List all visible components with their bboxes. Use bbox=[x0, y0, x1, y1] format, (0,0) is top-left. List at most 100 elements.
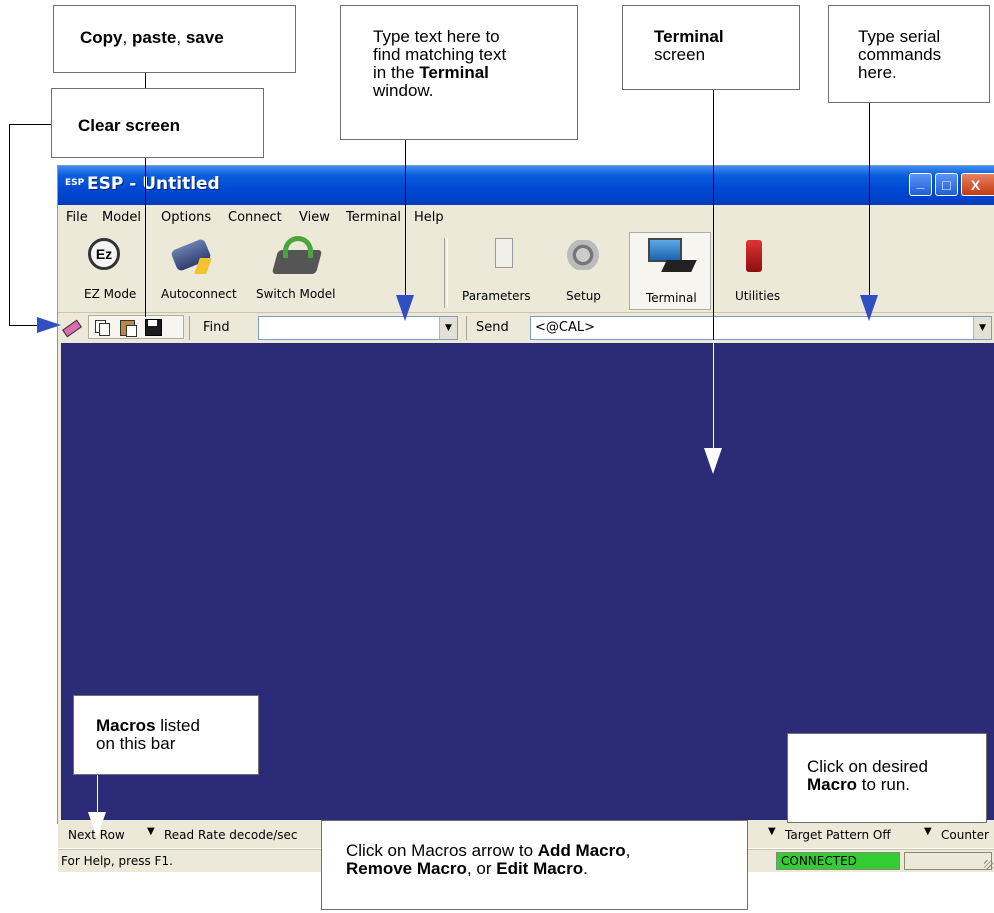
arrow-head-icon bbox=[88, 812, 106, 838]
utilities-button[interactable]: Utilities bbox=[725, 232, 785, 310]
macro-target-pattern-off[interactable]: Target Pattern Off bbox=[785, 828, 891, 842]
send-label: Send bbox=[476, 320, 509, 335]
autoconnect-button[interactable]: Autoconnect bbox=[145, 232, 237, 310]
find-label: Find bbox=[203, 320, 230, 335]
arrow-head-icon bbox=[396, 295, 414, 321]
findbar-separator bbox=[189, 316, 190, 340]
clear-screen-button[interactable] bbox=[61, 318, 82, 338]
save-button[interactable] bbox=[144, 318, 162, 336]
callout-paste: paste bbox=[131, 28, 177, 47]
find-dropdown-arrow-icon[interactable]: ▼ bbox=[439, 317, 457, 339]
macro-read-rate[interactable]: Read Rate decode/sec bbox=[164, 828, 298, 842]
menu-model[interactable]: Model bbox=[102, 210, 141, 225]
status-help-text: For Help, press F1. bbox=[61, 854, 173, 868]
callout-remove-macro-bold: Remove Macro bbox=[346, 859, 467, 878]
callout-macro-bold: Macro bbox=[807, 775, 858, 794]
maximize-button[interactable]: □ bbox=[935, 173, 958, 196]
status-panel-empty bbox=[904, 852, 992, 870]
menu-options[interactable]: Options bbox=[161, 210, 211, 225]
callout-screen-text: screen bbox=[654, 45, 706, 64]
callout-line bbox=[713, 90, 714, 340]
copy-icon-page bbox=[99, 323, 110, 336]
setup-button[interactable]: Setup bbox=[554, 232, 610, 310]
maximize-icon: □ bbox=[942, 176, 951, 193]
resize-grip-icon[interactable] bbox=[984, 860, 993, 869]
switch-model-button[interactable]: Switch Model bbox=[253, 232, 343, 310]
callout-copy: Copy bbox=[80, 28, 123, 47]
menu-file[interactable]: File bbox=[66, 210, 88, 225]
menu-view[interactable]: View bbox=[299, 210, 330, 225]
menu-terminal[interactable]: Terminal bbox=[346, 210, 401, 225]
callout-macros-arrow: Click on Macros arrow to Add Macro, Remo… bbox=[321, 820, 748, 910]
setup-icon bbox=[566, 240, 600, 270]
send-dropdown-arrow-icon[interactable]: ▼ bbox=[973, 317, 991, 339]
minimize-icon: _ bbox=[916, 173, 925, 190]
autoconnect-label: Autoconnect bbox=[161, 287, 237, 301]
callout-copy-paste-save: Copy, paste, save bbox=[53, 5, 296, 73]
callout-click-macro: Click on desired Macro to run. bbox=[787, 733, 987, 823]
callout-line-2: on this bar bbox=[96, 734, 176, 753]
callout-line-4: window. bbox=[373, 81, 434, 100]
macro-arrow-icon[interactable]: ▼ bbox=[768, 826, 776, 837]
callout-line bbox=[869, 103, 870, 296]
menu-bar: File Model Options Connect View Terminal… bbox=[58, 205, 994, 231]
callout-macros-bold: Macros bbox=[96, 716, 156, 735]
arrow-head-icon bbox=[37, 317, 61, 333]
callout-line-2: commands bbox=[858, 45, 942, 64]
utilities-icon bbox=[746, 240, 762, 272]
macro-counter[interactable]: Counter bbox=[941, 828, 989, 842]
callout-clear-screen-text: Clear screen bbox=[78, 116, 181, 135]
macro-arrow-icon[interactable]: ▼ bbox=[924, 826, 932, 837]
callout-line bbox=[405, 140, 406, 296]
connection-status-text: CONNECTED bbox=[781, 854, 857, 868]
macro-arrow-icon[interactable]: ▼ bbox=[147, 826, 155, 837]
callout-line bbox=[9, 124, 10, 325]
callout-listed-text: listed bbox=[155, 716, 200, 735]
esp-logo-icon: ESP bbox=[65, 178, 85, 188]
close-icon: X bbox=[970, 176, 981, 193]
callout-comma: , bbox=[625, 841, 631, 860]
callout-to-run-text: to run. bbox=[857, 775, 910, 794]
switch-model-label: Switch Model bbox=[256, 287, 336, 301]
arrow-head-icon bbox=[860, 295, 878, 321]
callout-line bbox=[9, 124, 51, 125]
callout-or-text: , or bbox=[466, 859, 497, 878]
callout-comma: , bbox=[122, 28, 132, 47]
eraser-icon bbox=[62, 319, 82, 338]
callout-line-1: Type text here to bbox=[373, 27, 500, 46]
callout-line-3: in the bbox=[373, 63, 420, 82]
callout-line-3: here. bbox=[858, 63, 897, 82]
callout-terminal-bold: Terminal bbox=[419, 63, 489, 82]
menu-help[interactable]: Help bbox=[414, 210, 444, 225]
title-bar: ESP ESP - Untitled _ □ X bbox=[58, 166, 994, 205]
save-icon-label bbox=[148, 320, 157, 326]
paste-button[interactable] bbox=[119, 318, 137, 337]
copy-button[interactable] bbox=[94, 319, 110, 336]
ez-mode-button[interactable]: Ez EZ Mode bbox=[74, 232, 136, 310]
terminal-icon bbox=[648, 238, 682, 262]
callout-serial-commands: Type serial commands here. bbox=[828, 5, 990, 103]
parameters-button[interactable]: Parameters bbox=[459, 232, 539, 310]
connection-status-badge: CONNECTED bbox=[776, 852, 900, 870]
callout-terminal-bold: Terminal bbox=[654, 27, 724, 46]
terminal-button[interactable]: Terminal bbox=[629, 232, 711, 310]
find-send-bar: Find ▼ Send <@CAL> ▼ bbox=[58, 312, 994, 343]
send-combo[interactable]: <@CAL> ▼ bbox=[530, 316, 992, 340]
callout-period: . bbox=[583, 859, 588, 878]
send-input[interactable]: <@CAL> bbox=[535, 320, 595, 335]
callout-line-1: Click on Macros arrow to bbox=[346, 841, 538, 860]
ez-mode-icon: Ez bbox=[88, 238, 120, 270]
callout-edit-macro-bold: Edit Macro bbox=[496, 859, 584, 878]
find-combo[interactable]: ▼ bbox=[258, 316, 458, 340]
terminal-label: Terminal bbox=[646, 291, 697, 305]
callout-find-text: Type text here to find matching text in … bbox=[340, 5, 578, 140]
callout-line-1: Type serial bbox=[858, 27, 941, 46]
callout-clear-screen: Clear screen bbox=[51, 88, 264, 158]
main-toolbar: Ez EZ Mode Autoconnect Switch Model Para… bbox=[58, 232, 994, 310]
callout-line bbox=[97, 775, 98, 815]
close-button[interactable]: X bbox=[961, 173, 994, 196]
minimize-button[interactable]: _ bbox=[909, 173, 932, 196]
menu-connect[interactable]: Connect bbox=[228, 210, 282, 225]
callout-macros-bar: Macros listed on this bar bbox=[73, 695, 259, 775]
switch-arrow-icon bbox=[283, 236, 313, 258]
